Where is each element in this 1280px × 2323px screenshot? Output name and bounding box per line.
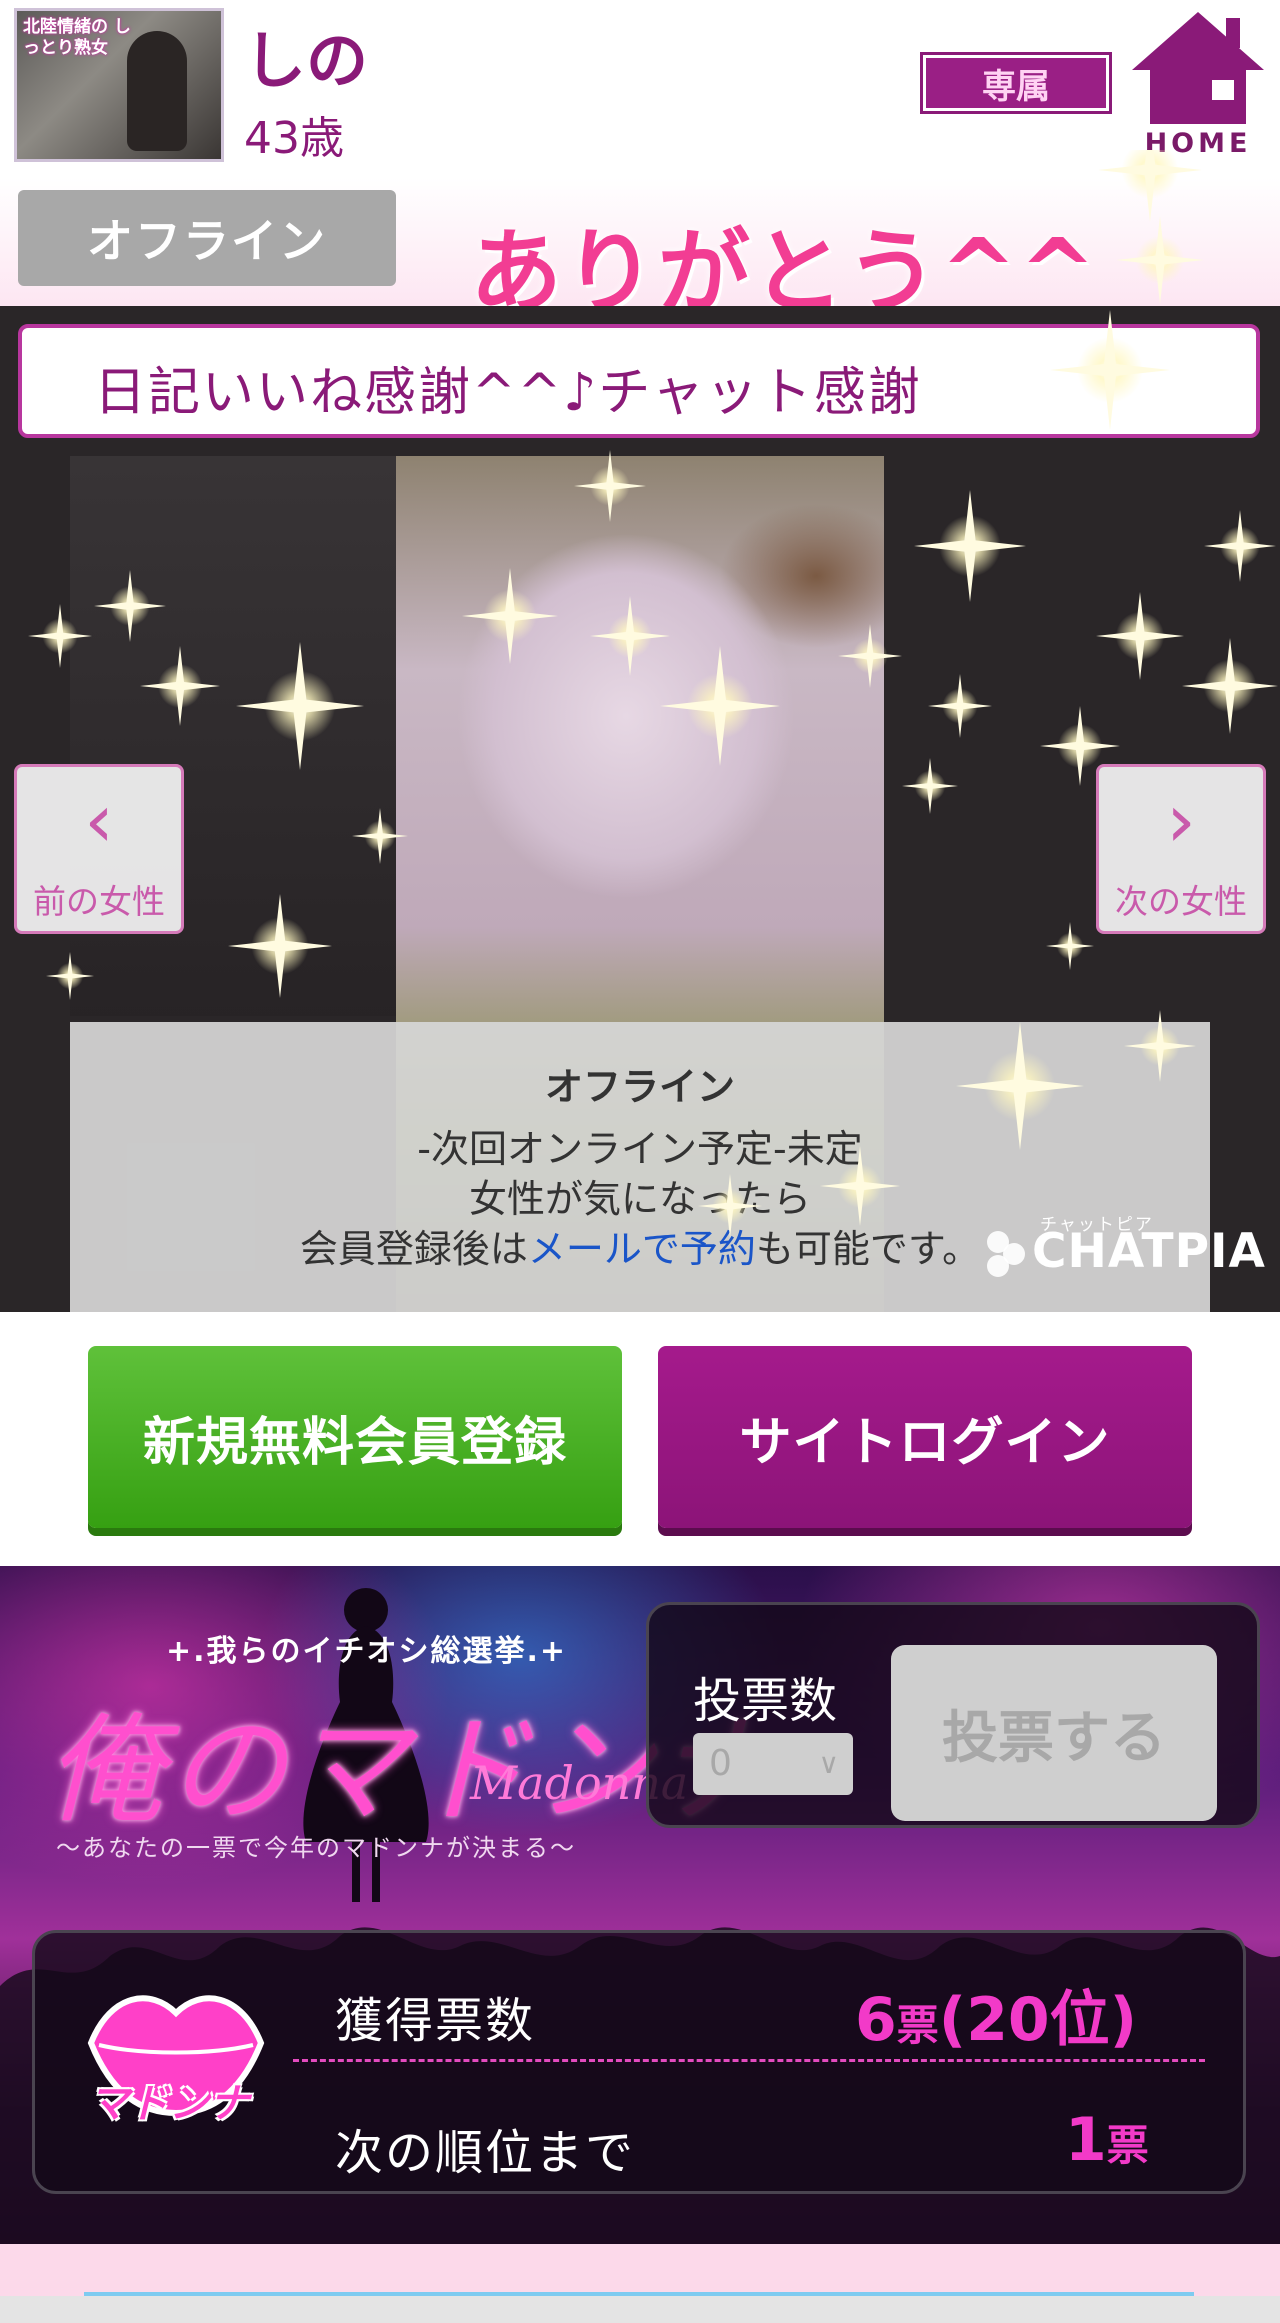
status-badge: オフライン (18, 190, 396, 286)
vote-count-value: 0 (709, 1743, 732, 1784)
performer-name: しの (244, 24, 369, 97)
next-performer-label: 次の女性 (1115, 882, 1247, 921)
votes-label: 獲得票数 (335, 1993, 536, 2049)
cta-row: 新規無料会員登録 サイトログイン (0, 1312, 1280, 1566)
status-row: オフライン ありがとう^^_ (0, 178, 1280, 326)
exclusive-label: 専属 (926, 58, 1106, 108)
home-label: HOME (1144, 128, 1252, 159)
next-rank-number: 1 (1065, 2105, 1107, 2175)
avatar[interactable]: 北陸情緒の しっとり熟女 (14, 8, 224, 162)
chevron-left-icon: ‹ (84, 778, 114, 864)
vote-panel: 投票数 0 ∨ 投票する (646, 1602, 1260, 1828)
chatpia-watermark: CHATPIA (1032, 1224, 1266, 1279)
prev-performer-button[interactable]: ‹ 前の女性 (14, 764, 184, 934)
madonna-badge-label: マドンナ (89, 2081, 249, 2127)
home-icon (1132, 12, 1264, 124)
next-performer-button[interactable]: › 次の女性 (1096, 764, 1266, 934)
tagline-box: 日記いいね感謝^^♪チャット感謝 (18, 324, 1260, 438)
vote-count-select[interactable]: 0 ∨ (693, 1733, 853, 1795)
next-rank-unit: 票 (1106, 2121, 1149, 2170)
next-rank-label: 次の順位まで (335, 2125, 636, 2181)
mail-reservation-link[interactable]: メールで予約 (528, 1227, 756, 1271)
footer-bar (0, 2296, 1280, 2323)
votes-rank: (20位) (938, 1985, 1138, 2055)
header: 北陸情緒の しっとり熟女 しの 43歳 専属 HOME (0, 0, 1280, 178)
prev-performer-label: 前の女性 (33, 882, 165, 921)
stats-divider (293, 2059, 1205, 2062)
chevron-down-icon: ∨ (818, 1747, 840, 1780)
avatar-caption: 北陸情緒の しっとり熟女 (23, 17, 131, 58)
next-rank-value: 1票 (1065, 2105, 1149, 2175)
video-stage: 日記いいね感謝^^♪チャット感謝 ‹ 前の女性 › 次の女性 オフライン -次回… (0, 306, 1280, 1312)
votes-value: 6票(20位) (855, 1971, 1137, 2058)
vote-count-label: 投票数 (693, 1673, 838, 1729)
home-button[interactable]: HOME (1128, 8, 1268, 162)
next-online-schedule: -次回オンライン予定-未定 (417, 1127, 863, 1171)
reservation-note-before: 会員登録後は (299, 1227, 528, 1271)
reservation-note-after: も可能です。 (755, 1227, 981, 1271)
votes-unit: 票 (896, 2001, 939, 2050)
tagline-text: 日記いいね感謝^^♪チャット感謝 (94, 363, 922, 423)
vote-button[interactable]: 投票する (891, 1645, 1217, 1821)
chatpia-logo-icon (987, 1231, 1025, 1277)
exclusive-badge: 専属 (920, 52, 1112, 114)
performer-age: 43歳 (244, 113, 344, 164)
chevron-right-icon: › (1166, 778, 1196, 864)
madonna-tagline: 〜あなたの一票で今年のマドンナが決まる〜 (56, 1834, 576, 1862)
free-register-button[interactable]: 新規無料会員登録 (88, 1346, 622, 1528)
offline-note: 女性が気になったら (468, 1177, 811, 1221)
offline-title: オフライン (544, 1065, 735, 1109)
site-login-button[interactable]: サイトログイン (658, 1346, 1192, 1528)
footer-divider (84, 2292, 1194, 2296)
madonna-catchphrase: +.我らのイチオシ総選挙.+ (166, 1634, 568, 1669)
votes-number: 6 (855, 1985, 897, 2055)
vote-stats-panel: マドンナ 獲得票数 6票(20位) 次の順位まで 1票 (32, 1930, 1246, 2194)
madonna-election-section: +.我らのイチオシ総選挙.+ 俺のマドンナ Madonna 〜あなたの一票で今年… (0, 1566, 1280, 2244)
footer (0, 2244, 1280, 2323)
